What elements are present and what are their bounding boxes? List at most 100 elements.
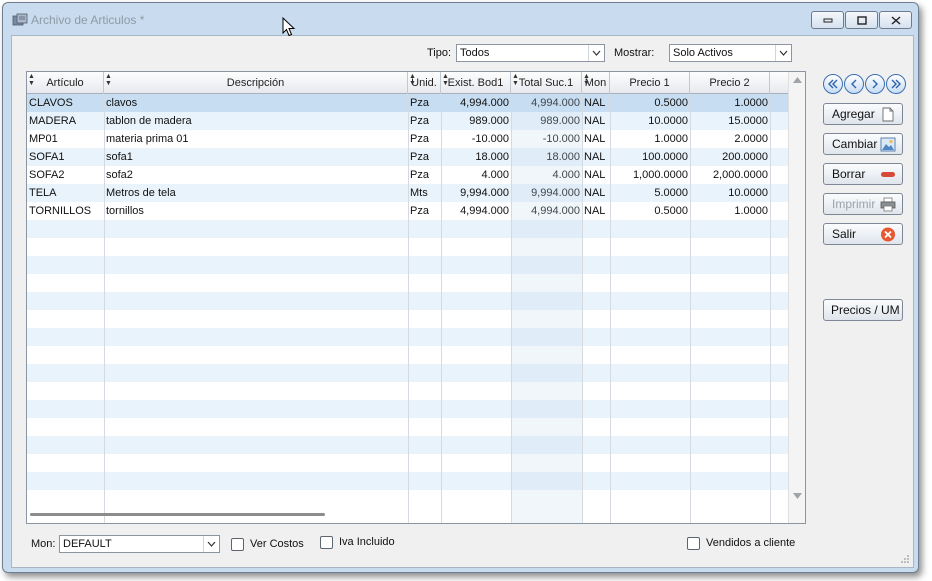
main-window: Archivo de Articulos * Tipo: Todos Mostr…: [2, 2, 919, 573]
salir-label: Salir: [832, 227, 857, 241]
articles-grid[interactable]: ▲ ▼ Artículo ▲ ▼ Descripción ▲ ▼ Unid. ▲ ▼ Exis…: [26, 71, 806, 524]
scroll-down-icon[interactable]: [793, 493, 802, 500]
table-cell: 1.0000: [654, 133, 688, 145]
table-cell: 4.000: [481, 169, 509, 181]
precios-um-label: Precios / UM: [831, 303, 900, 317]
vendidos-label: Vendidos a cliente: [706, 537, 796, 549]
table-cell: SOFA1: [29, 151, 65, 163]
table-cell: tornillos: [106, 205, 144, 217]
cancel-circle-icon: [881, 227, 895, 242]
table-cell: NAL: [584, 151, 606, 163]
table-cell: 0.5000: [654, 97, 688, 109]
table-cell: 1,000.0000: [632, 169, 688, 181]
table-cell: Pza: [410, 169, 429, 181]
table-cell: MP01: [29, 133, 58, 145]
edit-picture-icon: [880, 137, 896, 152]
column-header-label: Precio 2: [709, 77, 750, 89]
table-cell: 9,994.000: [460, 187, 509, 199]
title-bar[interactable]: Archivo de Articulos *: [3, 3, 918, 35]
table-cell: clavos: [106, 97, 138, 109]
mon-label: Mon:: [31, 538, 56, 550]
vertical-scrollbar[interactable]: [788, 72, 805, 523]
imprimir-button[interactable]: Imprimir: [823, 193, 903, 215]
table-cell: -10.000: [471, 133, 509, 145]
grid-line: [408, 94, 409, 523]
table-cell: 100.0000: [642, 151, 688, 163]
column-header[interactable]: Precio 2: [690, 72, 770, 94]
grid-line: [104, 94, 105, 523]
grid-line: [582, 94, 583, 523]
tipo-label: Tipo:: [427, 47, 452, 59]
agregar-button[interactable]: Agregar: [823, 103, 903, 125]
table-cell: Pza: [410, 97, 429, 109]
column-header[interactable]: ▲ ▼ Mon: [582, 72, 610, 94]
iva-incluido-label: Iva Incluido: [339, 536, 395, 548]
column-header[interactable]: ▲ ▼ Descripción: [104, 72, 408, 94]
table-cell: sofa2: [106, 169, 133, 181]
table-cell: TELA: [29, 187, 57, 199]
table-cell: materia prima 01: [106, 133, 189, 145]
grid-line: [690, 94, 691, 523]
salir-button[interactable]: Salir: [823, 223, 903, 245]
borrar-label: Borrar: [832, 167, 866, 181]
table-cell: CLAVOS: [29, 97, 73, 109]
app-icon: [12, 13, 28, 26]
sort-arrows-icon: ▲ ▼: [442, 73, 449, 87]
table-cell: Pza: [410, 151, 429, 163]
column-header[interactable]: ▲ ▼ Exist. Bod1: [441, 72, 511, 94]
column-header-label: Precio 1: [629, 77, 670, 89]
resize-grip-icon[interactable]: [900, 554, 910, 564]
column-header[interactable]: ▲ ▼ Total Suc.1: [511, 72, 582, 94]
window-title: Archivo de Articulos *: [31, 13, 145, 27]
ver-costos-checkbox[interactable]: [231, 538, 244, 551]
table-cell: NAL: [584, 115, 606, 127]
table-cell: 18.000: [475, 151, 509, 163]
previous-record-button[interactable]: [844, 74, 864, 94]
sort-arrows-icon: ▲ ▼: [28, 73, 35, 87]
sort-arrows-icon: ▲ ▼: [409, 73, 416, 87]
borrar-button[interactable]: Borrar: [823, 163, 903, 185]
sort-arrows-icon: ▲ ▼: [105, 73, 112, 87]
last-record-button[interactable]: [886, 74, 906, 94]
first-record-icon: [828, 79, 838, 89]
vendidos-checkbox[interactable]: [687, 537, 700, 550]
remove-icon: [881, 172, 895, 177]
next-record-button[interactable]: [865, 74, 885, 94]
agregar-label: Agregar: [832, 107, 875, 121]
table-cell: 2.0000: [734, 133, 768, 145]
close-button[interactable]: [879, 11, 912, 29]
mouse-cursor-icon: [282, 17, 296, 37]
column-header[interactable]: Precio 1: [610, 72, 690, 94]
mostrar-label: Mostrar:: [614, 47, 655, 59]
horizontal-scrollbar[interactable]: [30, 513, 325, 516]
grid-line: [441, 94, 442, 523]
restore-button[interactable]: [845, 11, 878, 29]
mon-select[interactable]: DEFAULT: [59, 535, 220, 553]
grid-line: [511, 94, 512, 523]
precios-um-button[interactable]: Precios / UM: [823, 299, 903, 321]
column-header[interactable]: ▲ ▼ Artículo: [27, 72, 104, 94]
table-cell: 15.0000: [728, 115, 768, 127]
table-cell: 4,994.000: [460, 205, 509, 217]
grid-line: [770, 94, 771, 523]
column-header[interactable]: ▲ ▼ Unid.: [408, 72, 441, 94]
minimize-button[interactable]: [811, 11, 844, 29]
table-cell: 989.000: [469, 115, 509, 127]
first-record-button[interactable]: [823, 74, 843, 94]
scroll-up-icon[interactable]: [793, 77, 802, 84]
tipo-select[interactable]: Todos: [456, 44, 605, 62]
table-cell: 10.0000: [728, 187, 768, 199]
table-cell: SOFA2: [29, 169, 65, 181]
grid-header: ▲ ▼ Artículo ▲ ▼ Descripción ▲ ▼ Unid. ▲ ▼ Exis…: [27, 72, 805, 94]
column-header-label: Total Suc.1: [518, 77, 574, 89]
close-icon: [891, 15, 900, 25]
table-cell: NAL: [584, 169, 606, 181]
table-cell: NAL: [584, 205, 606, 217]
new-document-icon: [882, 107, 894, 122]
cambiar-button[interactable]: Cambiar: [823, 133, 903, 155]
chevron-down-icon: [203, 536, 219, 552]
table-cell: Pza: [410, 133, 429, 145]
previous-record-icon: [851, 79, 857, 89]
mostrar-select[interactable]: Solo Activos: [669, 44, 792, 62]
iva-incluido-checkbox[interactable]: [320, 536, 333, 549]
